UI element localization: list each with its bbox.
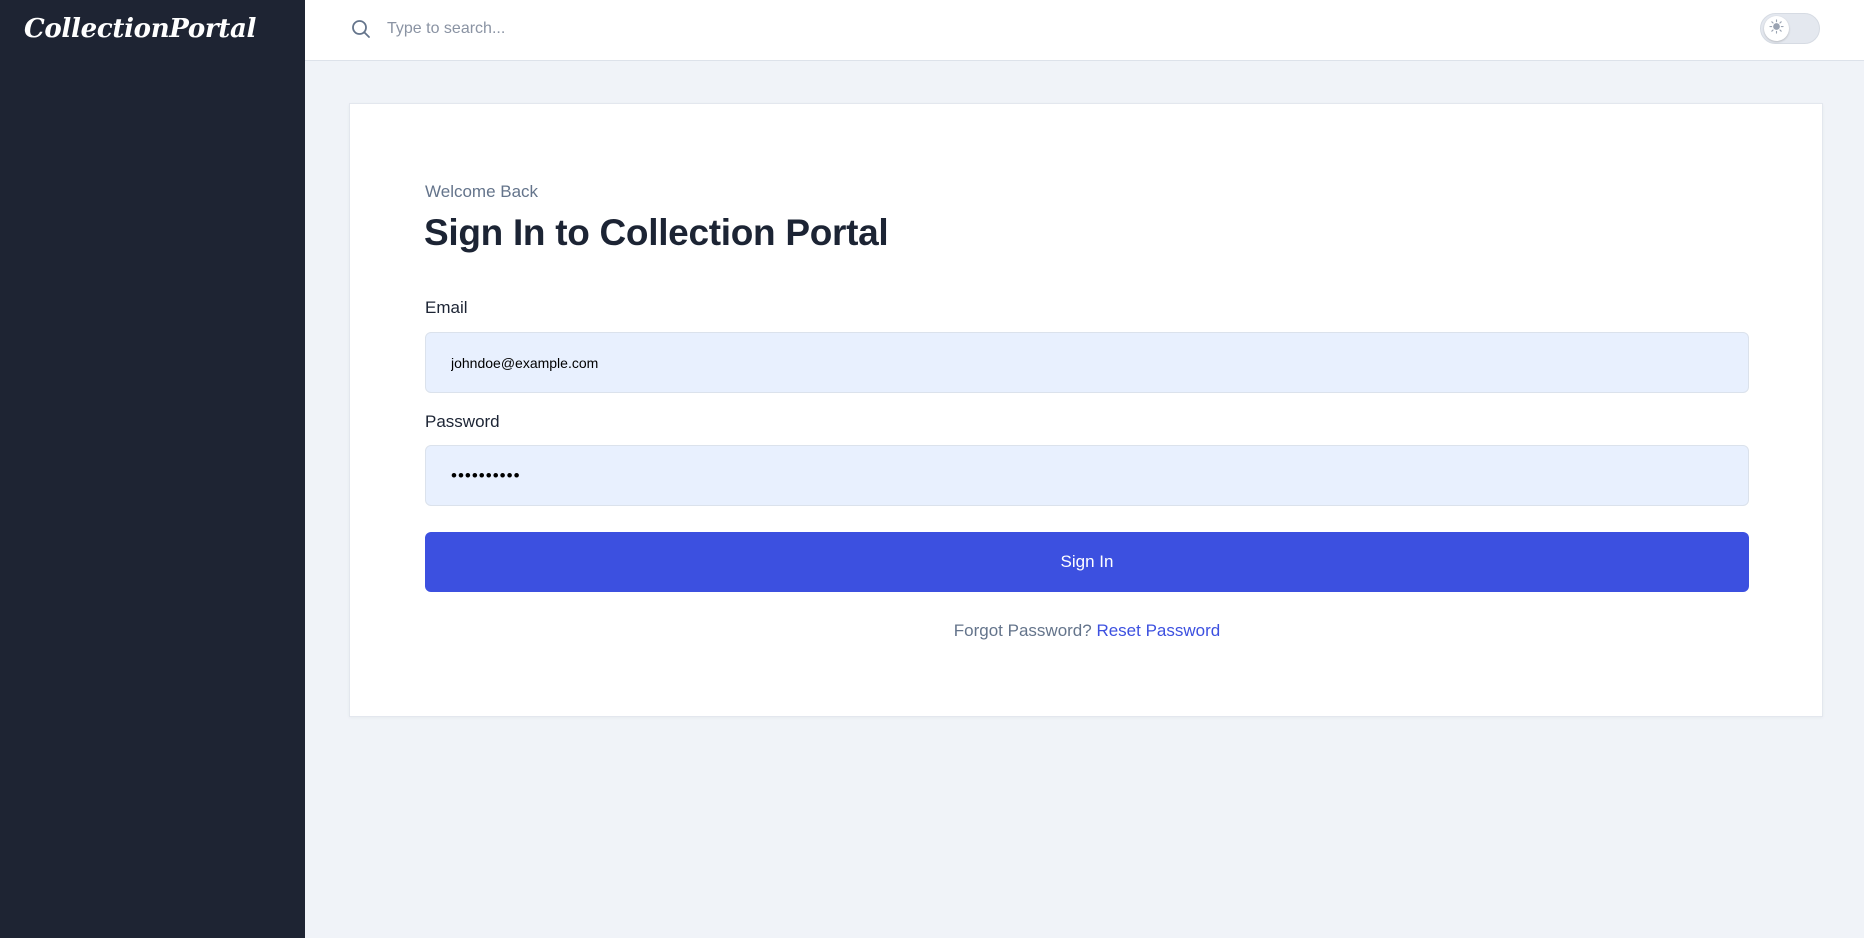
- top-header: [305, 0, 1864, 61]
- email-field[interactable]: [425, 332, 1749, 393]
- password-field[interactable]: [425, 445, 1749, 506]
- sidebar: CollectionPortal: [0, 0, 305, 938]
- reset-password-link[interactable]: Reset Password: [1096, 621, 1220, 640]
- sign-in-button[interactable]: Sign In: [425, 532, 1749, 592]
- search-input[interactable]: [387, 14, 987, 44]
- welcome-text: Welcome Back: [425, 182, 539, 201]
- sun-icon: [1769, 18, 1784, 39]
- password-label: Password: [425, 412, 500, 431]
- sign-in-card: Welcome Back Sign In to Collection Porta…: [349, 103, 1823, 717]
- page-title: Sign In to Collection Portal: [424, 212, 889, 253]
- email-label: Email: [425, 298, 468, 317]
- app-logo[interactable]: CollectionPortal: [24, 14, 256, 44]
- forgot-password-row: Forgot Password? Reset Password: [425, 621, 1749, 641]
- theme-toggle[interactable]: [1760, 13, 1820, 44]
- search-icon[interactable]: [351, 19, 371, 39]
- toggle-knob: [1764, 16, 1789, 41]
- forgot-password-text: Forgot Password?: [953, 621, 1092, 640]
